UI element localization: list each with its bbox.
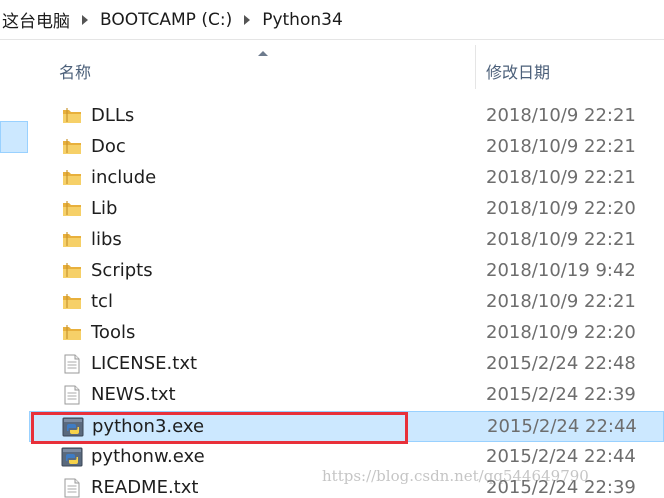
column-header-name[interactable]: 名称: [59, 59, 91, 83]
text-file-icon: [61, 478, 83, 498]
file-name: README.txt: [91, 477, 199, 498]
column-divider[interactable]: [475, 45, 476, 89]
file-name: LICENSE.txt: [91, 353, 198, 374]
sort-ascending-icon: [258, 51, 268, 56]
file-name: tcl: [91, 291, 113, 312]
file-list: 名称 修改日期 DLLs 2018/10/9 22:21 Doc 2018/10/9 …: [29, 41, 664, 498]
file-name: Scripts: [91, 260, 153, 281]
file-name: DLLs: [91, 105, 135, 126]
file-date-modified: 2018/10/9 22:21: [486, 105, 636, 126]
file-name: libs: [91, 229, 122, 250]
file-date-modified: 2018/10/19 9:42: [486, 260, 636, 281]
python-icon: [62, 417, 84, 437]
file-row[interactable]: python3.exe 2015/2/24 22:44: [29, 411, 664, 442]
file-name: pythonw.exe: [91, 446, 205, 467]
column-header-row: 名称 修改日期: [29, 41, 664, 97]
navigation-pane: [0, 41, 29, 498]
folder-icon: [61, 261, 83, 281]
file-row[interactable]: Tools 2018/10/9 22:20: [29, 318, 664, 349]
breadcrumb-python34[interactable]: Python34: [262, 10, 343, 30]
breadcrumb-this-pc[interactable]: 这台电脑: [2, 7, 70, 32]
column-header-date-modified[interactable]: 修改日期: [486, 59, 550, 83]
breadcrumb-bootcamp-drive[interactable]: BOOTCAMP (C:): [100, 10, 232, 30]
nav-selected-item[interactable]: [0, 121, 28, 153]
file-date-modified: 2015/2/24 22:44: [487, 416, 637, 437]
folder-icon: [61, 168, 83, 188]
file-name: include: [91, 167, 157, 188]
file-row[interactable]: pythonw.exe 2015/2/24 22:44: [29, 442, 664, 473]
file-date-modified: 2018/10/9 22:20: [486, 322, 636, 343]
file-date-modified: 2018/10/9 22:21: [486, 229, 636, 250]
python-icon: [61, 447, 83, 467]
file-date-modified: 2015/2/24 22:48: [486, 353, 636, 374]
chevron-right-icon[interactable]: [244, 14, 251, 25]
file-date-modified: 2015/2/24 22:39: [486, 384, 636, 405]
folder-icon: [61, 230, 83, 250]
file-name: Doc: [91, 136, 126, 157]
file-row[interactable]: Doc 2018/10/9 22:21: [29, 132, 664, 163]
file-row[interactable]: README.txt 2015/2/24 22:39: [29, 473, 664, 498]
folder-icon: [61, 323, 83, 343]
folder-icon: [61, 199, 83, 219]
file-row[interactable]: DLLs 2018/10/9 22:21: [29, 101, 664, 132]
file-row[interactable]: include 2018/10/9 22:21: [29, 163, 664, 194]
chevron-right-icon[interactable]: [82, 14, 88, 25]
file-date-modified: 2018/10/9 22:21: [486, 291, 636, 312]
file-name: python3.exe: [92, 416, 205, 437]
file-name: NEWS.txt: [91, 384, 176, 405]
file-date-modified: 2015/2/24 22:44: [486, 446, 636, 467]
file-name: Lib: [91, 198, 118, 219]
file-row[interactable]: Scripts 2018/10/19 9:42: [29, 256, 664, 287]
file-name: Tools: [91, 322, 136, 343]
breadcrumb: 这台电脑 BOOTCAMP (C:) Python34: [0, 0, 664, 40]
folder-icon: [61, 106, 83, 126]
file-row[interactable]: LICENSE.txt 2015/2/24 22:48: [29, 349, 664, 380]
file-date-modified: 2018/10/9 22:21: [486, 136, 636, 157]
file-row[interactable]: tcl 2018/10/9 22:21: [29, 287, 664, 318]
text-file-icon: [61, 354, 83, 374]
file-row[interactable]: Lib 2018/10/9 22:20: [29, 194, 664, 225]
file-date-modified: 2018/10/9 22:20: [486, 198, 636, 219]
file-explorer-window: 这台电脑 BOOTCAMP (C:) Python34 名称 修改日期 DLLs…: [0, 0, 664, 498]
text-file-icon: [61, 385, 83, 405]
folder-icon: [61, 292, 83, 312]
file-date-modified: 2018/10/9 22:21: [486, 167, 636, 188]
folder-icon: [61, 137, 83, 157]
file-rows: DLLs 2018/10/9 22:21 Doc 2018/10/9 22:21 inc…: [29, 101, 664, 498]
file-date-modified: 2015/2/24 22:39: [486, 477, 636, 498]
file-row[interactable]: NEWS.txt 2015/2/24 22:39: [29, 380, 664, 411]
file-row[interactable]: libs 2018/10/9 22:21: [29, 225, 664, 256]
